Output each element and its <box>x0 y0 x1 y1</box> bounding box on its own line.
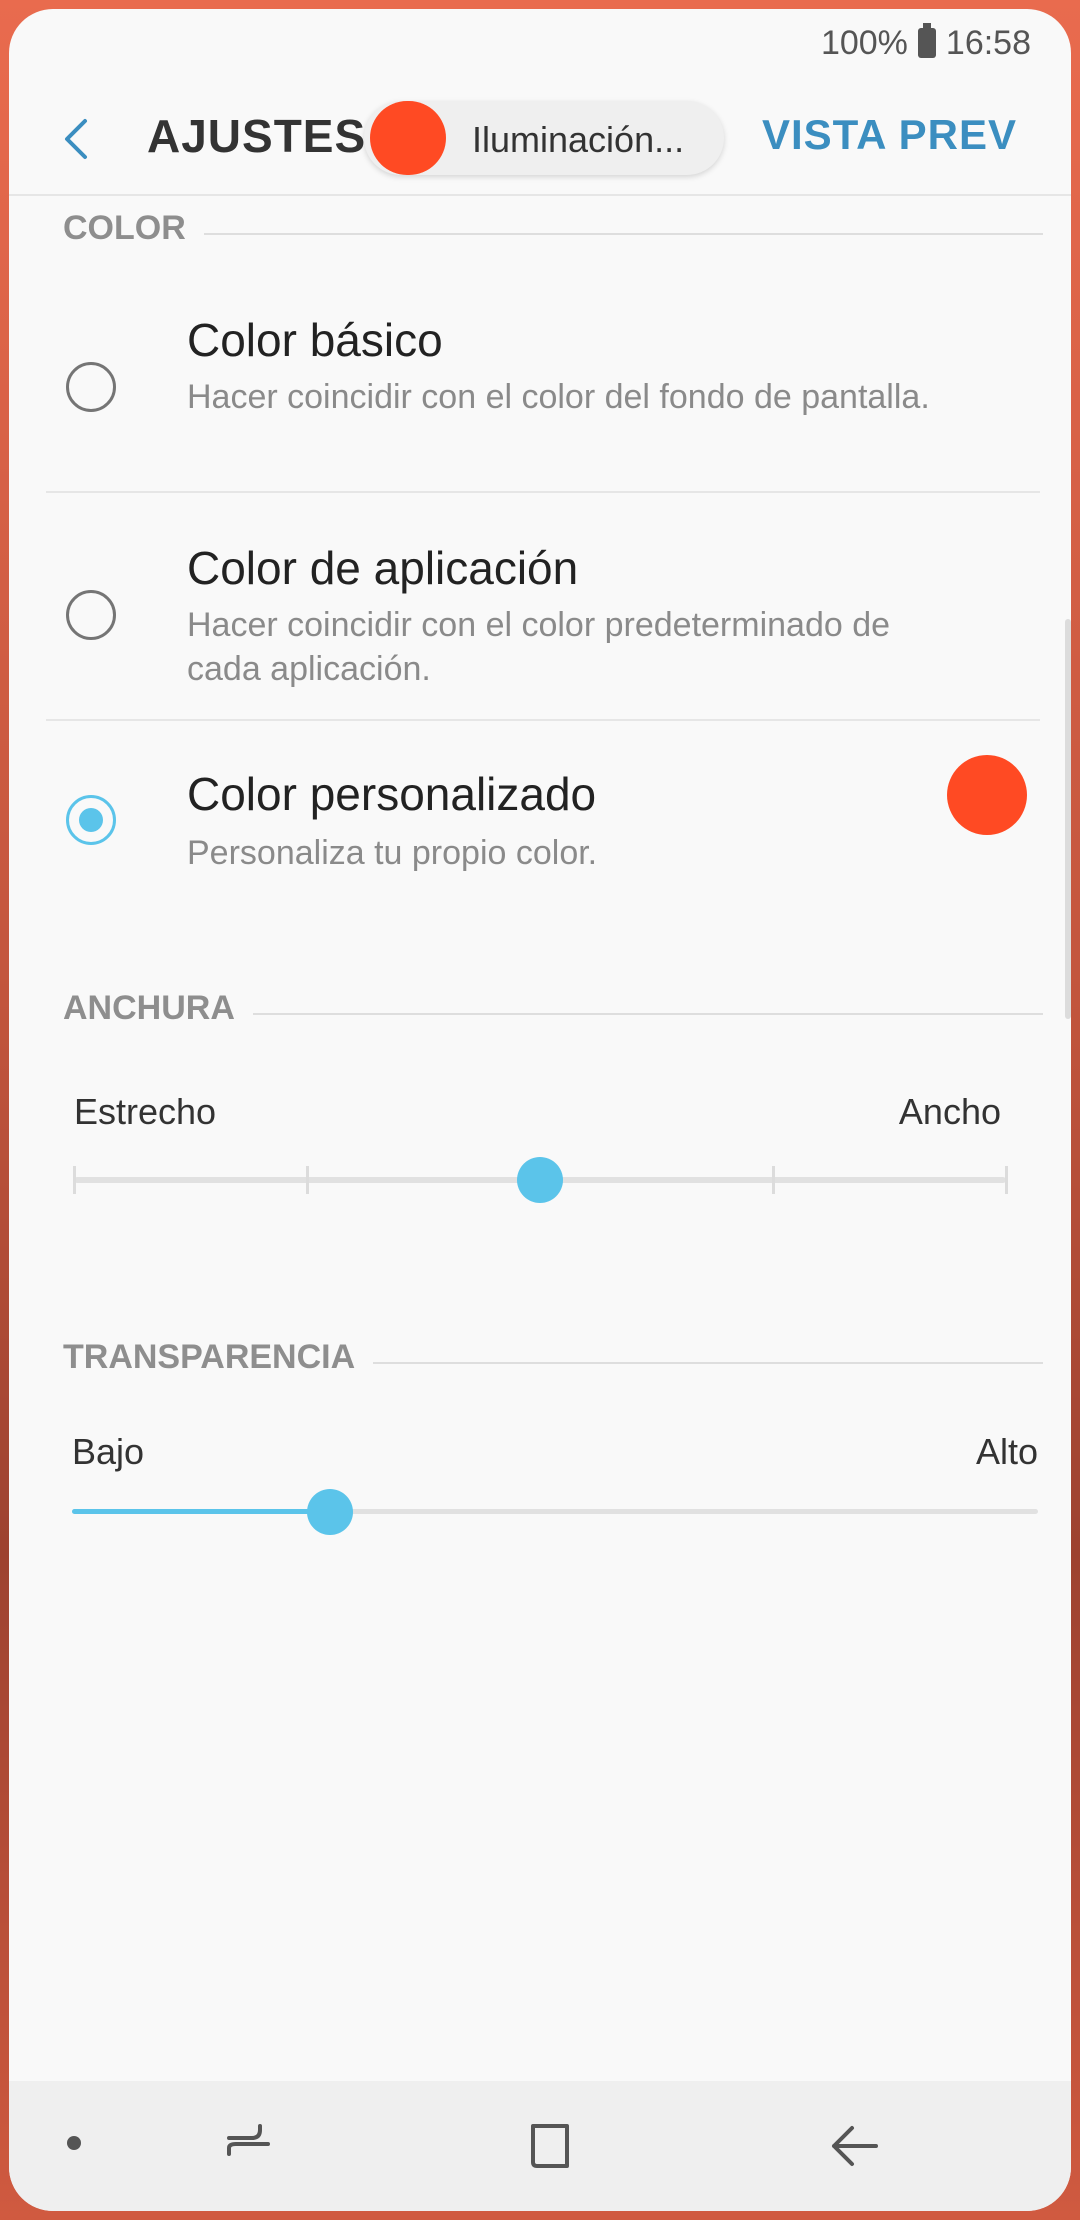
divider <box>46 491 1040 493</box>
option-basic-color[interactable]: Color básico Hacer coincidir con el colo… <box>46 299 1040 499</box>
section-label: TRANSPARENCIA <box>63 1338 374 1376</box>
radio-button[interactable] <box>66 362 116 412</box>
slider-tick <box>772 1166 775 1194</box>
radio-button-selected[interactable] <box>66 795 116 845</box>
section-header-width: ANCHURA <box>63 989 1043 1039</box>
option-title: Color de aplicación <box>187 542 579 594</box>
clock: 16:58 <box>945 23 1031 62</box>
scroll-indicator <box>1065 619 1071 1019</box>
slider-tick <box>1005 1166 1008 1194</box>
notification-text: Iluminación... <box>472 119 685 160</box>
slider-fill <box>72 1509 330 1514</box>
section-header-color: COLOR <box>63 209 1043 259</box>
option-description: Personaliza tu propio color. <box>187 834 598 872</box>
radio-button[interactable] <box>66 590 116 640</box>
width-max-label: Ancho <box>898 1091 1001 1132</box>
width-min-label: Estrecho <box>74 1091 217 1132</box>
slider-tick <box>73 1166 76 1194</box>
transparency-min-label: Bajo <box>72 1431 145 1472</box>
transparency-max-label: Alto <box>975 1431 1038 1472</box>
section-label: COLOR <box>63 209 204 247</box>
app-bar: AJUSTES A Iluminación... VISTA PREV <box>9 79 1071 196</box>
dot-icon[interactable] <box>67 2136 81 2150</box>
slider-thumb[interactable] <box>307 1489 353 1535</box>
option-description: Hacer coincidir con el color predetermin… <box>187 606 891 688</box>
chevron-left-icon <box>65 119 87 159</box>
custom-color-swatch[interactable] <box>947 755 1027 835</box>
preview-button[interactable]: VISTA PREV <box>762 111 1017 159</box>
status-bar: 100% 16:58 <box>821 21 1031 65</box>
battery-percent: 100% <box>820 23 908 62</box>
option-app-color[interactable]: Color de aplicación Hacer coincidir con … <box>46 527 1040 727</box>
edge-lighting-notification[interactable]: Iluminación... <box>364 101 724 175</box>
option-title: Color básico <box>187 314 443 366</box>
navigation-bar <box>9 2081 1071 2211</box>
section-header-transparency: TRANSPARENCIA <box>63 1338 1043 1388</box>
divider <box>46 719 1040 721</box>
section-label: ANCHURA <box>63 989 253 1027</box>
notification-color-dot <box>370 101 446 175</box>
screen: 100% 16:58 AJUSTES A Iluminación... VIST… <box>9 9 1071 2211</box>
option-custom-color[interactable]: Color personalizado Personaliza tu propi… <box>46 755 1040 905</box>
battery-icon <box>917 23 936 58</box>
section-divider <box>63 233 1043 235</box>
back-button[interactable] <box>49 109 109 169</box>
option-description: Hacer coincidir con el color del fondo d… <box>187 378 930 416</box>
slider-thumb[interactable] <box>517 1157 563 1203</box>
recents-icon[interactable] <box>214 2116 284 2176</box>
back-icon[interactable] <box>820 2116 890 2176</box>
home-icon[interactable] <box>515 2116 585 2176</box>
slider-tick <box>306 1166 309 1194</box>
option-title: Color personalizado <box>187 768 597 820</box>
